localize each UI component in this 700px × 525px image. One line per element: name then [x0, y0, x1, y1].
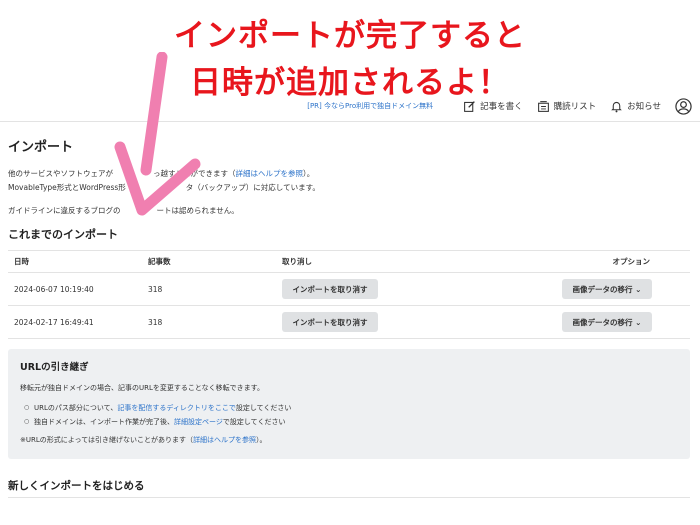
- url-box-list: URLのパス部分について、記事を配信するディレクトリをここで設定してください 独…: [20, 401, 678, 429]
- column-cancel: 取り消し: [276, 250, 455, 273]
- section-divider: [8, 497, 690, 498]
- list-item: 独自ドメインは、インポート作業が完了後、詳細設定ページで設定してください: [20, 415, 678, 429]
- image-migration-dropdown[interactable]: 画像データの移行 ⌄: [562, 279, 652, 299]
- write-entry-button[interactable]: 記事を書く: [463, 100, 523, 113]
- note-help-link[interactable]: 詳細はヘルプを参照: [193, 436, 256, 444]
- chevron-down-icon: ⌄: [635, 285, 642, 294]
- guideline-text-part: に違反するブログの: [53, 206, 121, 215]
- list-item: URLのパス部分について、記事を配信するディレクトリをここで設定してください: [20, 401, 678, 415]
- url-item-text: 設定してください: [235, 404, 292, 412]
- image-migration-dropdown[interactable]: 画像データの移行 ⌄: [562, 312, 652, 332]
- column-date: 日時: [8, 250, 142, 273]
- url-inheritance-box: URLの引き継ぎ 移転元が独自ドメインの場合、記事のURLを変更することなく移転…: [8, 349, 690, 459]
- promo-link[interactable]: [PR] 今ならPro利用で独自ドメイン無料: [307, 101, 433, 111]
- notifications-label: お知らせ: [627, 102, 661, 112]
- main-content: インポート 他のサービスやソフトウェアが っ越すことができます（詳細はヘルプを参照…: [0, 122, 700, 459]
- guideline-link[interactable]: ガイドライン: [8, 206, 53, 215]
- advanced-settings-link[interactable]: 詳細設定ページ: [174, 418, 223, 426]
- url-item-text: 独自ドメインは、インポート作業が完了後、: [34, 418, 174, 426]
- table-row: 2024-06-07 10:19:40 318 インポートを取り消す 画像データ…: [8, 272, 690, 306]
- note-text: ※URLの形式によっては引き継げないことがあります（: [20, 436, 194, 444]
- url-item-text: で設定してください: [222, 418, 286, 426]
- intro-text-part: MovableType形式とWordPress形: [8, 183, 126, 192]
- top-navigation: [PR] 今ならPro利用で独自ドメイン無料 記事を書く 購読リスト お知らせ: [0, 94, 700, 118]
- page-title: インポート: [8, 140, 74, 155]
- url-item-text: URLのパス部分について、: [34, 404, 118, 412]
- intro-text-part: ）。: [303, 169, 315, 178]
- url-box-note: ※URLの形式によっては引き継げないことがあります（詳細はヘルプを参照）。: [20, 435, 678, 445]
- annotation-line-1: インポートが完了すると: [174, 18, 526, 54]
- import-count: 318: [142, 305, 276, 339]
- column-option: オプション: [454, 250, 690, 273]
- import-date: 2024-02-17 16:49:41: [8, 305, 142, 339]
- intro-text-part: っ越すことができます（: [153, 169, 236, 178]
- image-migration-label: 画像データの移行: [572, 285, 633, 294]
- column-count: 記事数: [142, 250, 276, 273]
- table-header-row: 日時 記事数 取り消し オプション: [8, 250, 690, 273]
- write-entry-label: 記事を書く: [480, 102, 523, 112]
- user-menu-button[interactable]: [675, 97, 692, 115]
- user-avatar-icon: [675, 97, 692, 115]
- import-count: 318: [142, 272, 276, 306]
- new-import-heading: 新しくインポートをはじめる: [8, 480, 145, 492]
- guideline-text: ガイドラインに違反するブログの ートは認められません。: [8, 205, 692, 216]
- pencil-icon: [464, 100, 475, 112]
- cancel-import-button[interactable]: インポートを取り消す: [282, 279, 378, 299]
- bell-icon: [611, 101, 622, 112]
- directory-settings-link[interactable]: 記事を配信するディレクトリをここで: [117, 404, 236, 412]
- annotation-banner: インポートが完了すると 日時が追加されるよ！: [0, 0, 700, 101]
- url-box-description: 移転元が独自ドメインの場合、記事のURLを変更することなく移転できます。: [20, 384, 264, 392]
- guideline-text-part: ートは認められません。: [156, 206, 239, 215]
- intro-text: 他のサービスやソフトウェアが っ越すことができます（詳細はヘルプを参照）。 Mov…: [8, 167, 692, 195]
- intro-text-part: 他のサービスやソフトウェアが: [8, 169, 113, 178]
- note-text: ）。: [256, 436, 267, 444]
- import-history-table: 日時 記事数 取り消し オプション 2024-06-07 10:19:40 31…: [8, 250, 690, 339]
- chevron-down-icon: ⌄: [635, 318, 642, 327]
- import-date: 2024-06-07 10:19:40: [8, 272, 142, 306]
- reading-list-button[interactable]: 購読リスト: [537, 100, 597, 113]
- image-migration-label: 画像データの移行: [572, 318, 633, 327]
- table-row: 2024-02-17 16:49:41 318 インポートを取り消す 画像データ…: [8, 305, 690, 339]
- url-box-title: URLの引き継ぎ: [20, 362, 89, 373]
- intro-text-part: タ（バックアップ）に対応しています。: [185, 183, 320, 192]
- notifications-button[interactable]: お知らせ: [610, 100, 661, 113]
- reading-list-icon: [537, 100, 549, 112]
- reading-list-label: 購読リスト: [553, 102, 597, 112]
- cancel-import-button[interactable]: インポートを取り消す: [282, 312, 378, 332]
- help-link[interactable]: 詳細はヘルプを参照: [236, 169, 304, 178]
- import-history-heading: これまでのインポート: [8, 228, 118, 241]
